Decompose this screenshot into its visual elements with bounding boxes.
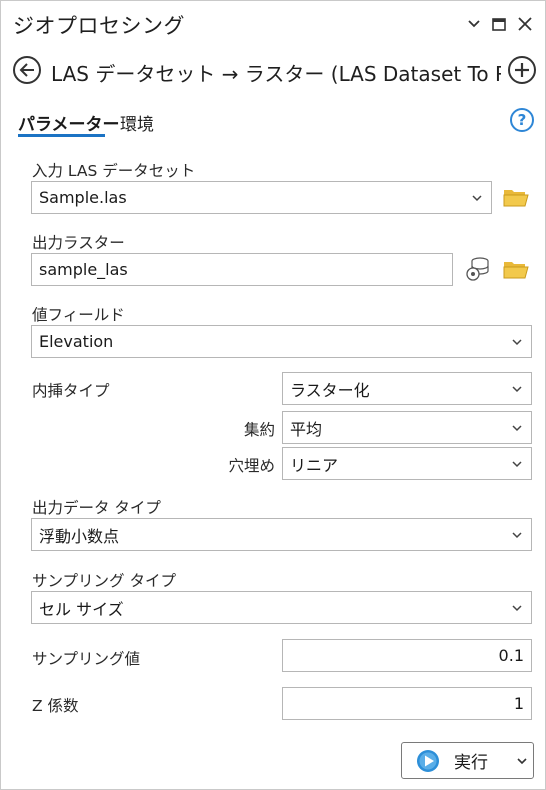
z-factor-input[interactable]: 1 (282, 687, 532, 720)
value-field-select[interactable]: Elevation (31, 325, 532, 358)
output-raster-value: sample_las (39, 260, 128, 279)
tab-environments[interactable]: 環境 (120, 110, 154, 135)
chevron-down-icon (512, 605, 522, 612)
back-arrow-icon[interactable] (13, 56, 41, 84)
run-button[interactable]: 実行 (401, 742, 534, 779)
interpolation-type-label: 内挿タイプ (32, 382, 110, 400)
void-fill-label: 穴埋め (228, 457, 275, 475)
aggregation-label: 集約 (243, 421, 275, 439)
chevron-down-icon (512, 339, 522, 346)
add-plus-icon[interactable] (508, 56, 536, 84)
input-las-select[interactable]: Sample.las (31, 181, 492, 214)
tool-title: LAS データセット → ラスター (LAS Dataset To R... (51, 62, 501, 86)
input-las-value: Sample.las (39, 188, 127, 207)
interpolation-type-value: ラスター化 (290, 380, 370, 400)
database-settings-icon[interactable] (465, 256, 491, 282)
z-factor-value: 1 (513, 694, 524, 713)
chevron-down-icon (472, 195, 482, 202)
sampling-type-select[interactable]: セル サイズ (31, 591, 532, 624)
tab-parameters[interactable]: パラメーター (18, 110, 120, 135)
sampling-type-value: セル サイズ (39, 599, 124, 619)
maximize-icon[interactable] (489, 13, 509, 35)
aggregation-value: 平均 (290, 419, 323, 439)
browse-folder-icon[interactable] (503, 186, 529, 208)
output-raster-label: 出力ラスター (32, 234, 125, 252)
chevron-down-icon (512, 386, 522, 393)
sampling-value-value: 0.1 (498, 646, 524, 665)
input-las-label: 入力 LAS データセット (32, 162, 196, 180)
void-fill-value: リニア (290, 455, 339, 475)
chevron-down-icon (512, 461, 522, 468)
close-icon[interactable] (515, 13, 535, 35)
pane-title: ジオプロセシング (13, 14, 185, 38)
z-factor-label: Z 係数 (32, 697, 79, 715)
sampling-type-label: サンプリング タイプ (32, 572, 176, 590)
aggregation-select[interactable]: 平均 (282, 411, 532, 444)
geoprocessing-pane: ジオプロセシング LAS データセット → ラスター (LAS Dataset … (0, 0, 546, 790)
output-data-type-label: 出力データ タイプ (32, 499, 161, 517)
interpolation-type-select[interactable]: ラスター化 (282, 372, 532, 405)
output-raster-input[interactable]: sample_las (31, 253, 453, 286)
save-folder-icon[interactable] (503, 258, 529, 280)
value-field-value: Elevation (39, 332, 114, 351)
run-button-label: 実行 (454, 753, 488, 773)
value-field-label: 値フィールド (32, 306, 125, 324)
output-data-type-select[interactable]: 浮動小数点 (31, 518, 532, 551)
chevron-down-icon (512, 532, 522, 539)
chevron-down-icon (512, 425, 522, 432)
sampling-value-input[interactable]: 0.1 (282, 639, 532, 672)
sampling-value-label: サンプリング値 (32, 650, 141, 668)
run-play-icon (417, 749, 439, 772)
output-data-type-value: 浮動小数点 (39, 526, 120, 546)
void-fill-select[interactable]: リニア (282, 447, 532, 480)
active-tab-underline (18, 134, 105, 137)
pane-options-chevron-icon[interactable] (464, 13, 484, 35)
run-options-chevron-icon[interactable] (511, 743, 533, 778)
help-icon[interactable]: ? (510, 108, 534, 132)
